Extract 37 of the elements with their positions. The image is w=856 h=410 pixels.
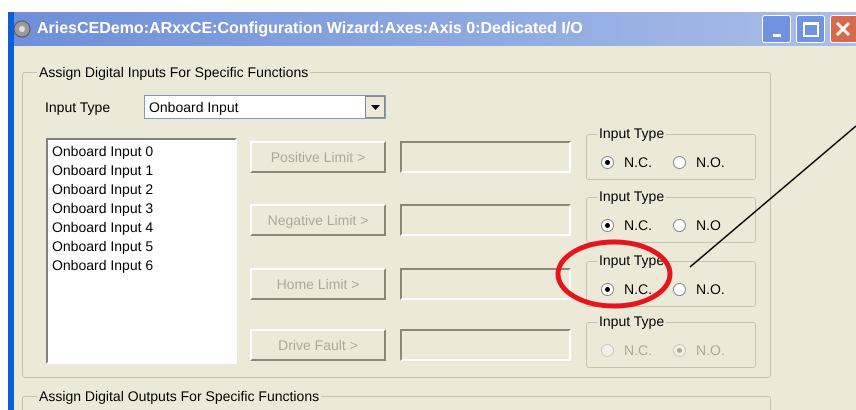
input-type-dropdown[interactable]: Onboard Input bbox=[144, 95, 386, 119]
dropdown-arrow-button[interactable] bbox=[365, 96, 385, 118]
minimize-button[interactable] bbox=[762, 15, 791, 43]
list-item[interactable]: Onboard Input 1 bbox=[52, 161, 235, 180]
list-item[interactable]: Onboard Input 3 bbox=[52, 199, 235, 218]
group-title: Input Type bbox=[597, 313, 666, 329]
list-item[interactable]: Onboard Input 4 bbox=[52, 218, 235, 237]
radio-label: N.C. bbox=[624, 216, 652, 235]
dropdown-value: Onboard Input bbox=[148, 98, 240, 117]
minimize-icon bbox=[772, 34, 780, 37]
group-title: Assign Digital Outputs For Specific Functions bbox=[37, 388, 322, 404]
maximize-icon bbox=[802, 22, 818, 36]
radio-label: N.C. bbox=[624, 341, 652, 360]
input-list[interactable]: Onboard Input 0 Onboard Input 1 Onboard Input 2 Onboard Input 3 Onboard Input 4 Onboard Input 5 Onboard Input 6 bbox=[46, 138, 237, 364]
input-type-label: Input Type bbox=[45, 98, 112, 117]
radio-label: N.O. bbox=[696, 280, 725, 299]
close-icon bbox=[835, 21, 851, 37]
radio-label: N.C. bbox=[624, 153, 652, 172]
group-title: Input Type bbox=[597, 125, 666, 141]
input-field[interactable] bbox=[400, 329, 571, 361]
input-field[interactable] bbox=[400, 141, 571, 173]
close-button[interactable] bbox=[830, 15, 856, 43]
input-field[interactable] bbox=[400, 268, 571, 300]
radio-label: N.C. bbox=[624, 280, 652, 299]
maximize-button[interactable] bbox=[796, 15, 825, 43]
caret-icon bbox=[370, 104, 380, 110]
radio-label: N.O bbox=[696, 216, 721, 235]
list-item[interactable]: Onboard Input 6 bbox=[52, 256, 235, 275]
gear-icon bbox=[14, 20, 31, 38]
radio-label: N.O. bbox=[696, 153, 725, 172]
radio-label: N.O. bbox=[696, 341, 725, 360]
list-item[interactable]: Onboard Input 2 bbox=[52, 180, 235, 199]
list-item[interactable]: Onboard Input 5 bbox=[52, 237, 235, 256]
list-item[interactable]: Onboard Input 0 bbox=[52, 142, 235, 161]
input-field[interactable] bbox=[400, 204, 571, 236]
window-title: AriesCEDemo:ARxxCE:Configuration Wizard:Axes:Axis 0:Dedicated I/O bbox=[37, 19, 583, 39]
group-title: Input Type bbox=[597, 188, 666, 204]
